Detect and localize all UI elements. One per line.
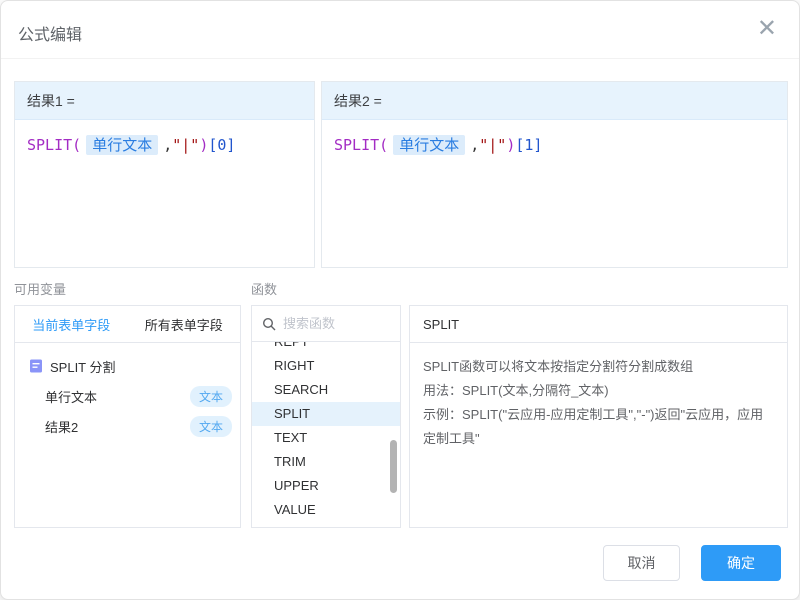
formula-paren-token: ) [506,136,515,154]
form-doc-icon [29,359,43,373]
tree-root-row[interactable]: SPLIT 分割 [15,351,240,381]
function-description-body: SPLIT函数可以将文本按指定分割符分割成数组 用法：SPLIT(文本,分隔符_… [410,343,787,463]
dialog-title: 公式编辑 [18,21,82,45]
tab-current-form-fields[interactable]: 当前表单字段 [15,306,128,342]
close-icon[interactable]: ✕ [757,15,777,43]
functions-panel: REPT RIGHT SEARCH SPLIT TEXT TRIM UPPER … [251,305,401,528]
formula-function-token: SPLIT( [27,136,81,154]
function-description-title: SPLIT [410,306,787,343]
function-list-item[interactable]: UPPER [252,474,400,498]
tree-root-label: SPLIT 分割 [50,357,116,376]
formula-edit-dialog: 公式编辑 ✕ 结果1 = SPLIT(单行文本,"|")[0] 结果2 = SP… [0,0,800,600]
functions-section-label: 函数 [251,279,277,298]
description-line: 用法：SPLIT(文本,分隔符_文本) [423,379,774,403]
formula-index-token: [0] [208,136,235,154]
field-name: 结果2 [45,417,78,436]
result1-panel: 结果1 = SPLIT( 单行文本,"|")[0] [14,81,315,268]
field-type-badge: 文本 [190,386,232,407]
cancel-button[interactable]: 取消 [603,545,680,581]
function-list-item[interactable]: TEXT [252,426,400,450]
result1-formula-editor[interactable]: SPLIT( 单行文本,"|")[0] [15,120,314,169]
function-list-item[interactable]: VALUE [252,498,400,522]
variables-tabs: 当前表单字段 所有表单字段 [15,306,240,343]
field-type-badge: 文本 [190,416,232,437]
tree-field-row[interactable]: 结果2 文本 [15,411,240,441]
formula-string-token: "|" [479,136,506,154]
formula-comma-token: , [163,136,172,154]
tree-field-row[interactable]: 单行文本 文本 [15,381,240,411]
variables-section-label: 可用变量 [14,279,66,298]
variables-tree: SPLIT 分割 单行文本 文本 结果2 文本 [15,343,240,441]
result2-formula-editor[interactable]: SPLIT( 单行文本,"|")[1] [322,120,787,169]
function-list-item[interactable]: SEARCH [252,378,400,402]
formula-paren-token: ) [199,136,208,154]
result1-label: 结果1 = [15,82,314,120]
function-list-item[interactable]: TRIM [252,450,400,474]
function-search-row [252,306,400,342]
tab-all-form-fields[interactable]: 所有表单字段 [128,306,241,342]
formula-string-token: "|" [172,136,199,154]
confirm-button[interactable]: 确定 [701,545,781,581]
dialog-header: 公式编辑 ✕ [1,1,799,59]
description-line: SPLIT函数可以将文本按指定分割符分割成数组 [423,355,774,379]
formula-variable-chip[interactable]: 单行文本 [86,135,158,155]
field-name: 单行文本 [45,387,97,406]
formula-comma-token: , [470,136,479,154]
result2-label: 结果2 = [322,82,787,120]
formula-function-token: SPLIT( [334,136,388,154]
function-search-input[interactable] [283,316,390,331]
result2-panel: 结果2 = SPLIT( 单行文本,"|")[1] [321,81,788,268]
variables-panel: 当前表单字段 所有表单字段 SPLIT 分割 单行文本 文本 结果2 文本 [14,305,241,528]
function-list-item-selected[interactable]: SPLIT [252,402,400,426]
function-list-item[interactable]: RIGHT [252,354,400,378]
description-line: 示例：SPLIT("云应用-应用定制工具","-")返回"云应用，应用定制工具" [423,403,774,451]
function-list-scrollbar[interactable] [390,440,397,493]
function-description-panel: SPLIT SPLIT函数可以将文本按指定分割符分割成数组 用法：SPLIT(文… [409,305,788,528]
function-list-item[interactable]: REPT [252,342,400,354]
function-list: REPT RIGHT SEARCH SPLIT TEXT TRIM UPPER … [252,342,400,528]
formula-index-token: [1] [515,136,542,154]
search-icon [262,317,276,331]
formula-variable-chip[interactable]: 单行文本 [393,135,465,155]
